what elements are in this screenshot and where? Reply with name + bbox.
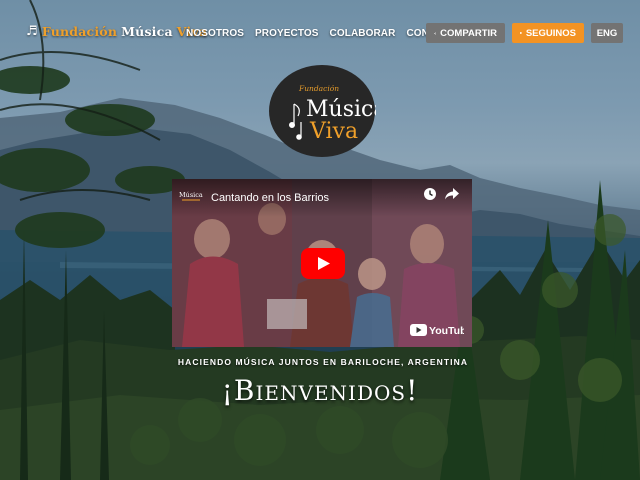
main-nav: NOSOTROS PROYECTOS COLABORAR CONTACTO	[186, 28, 463, 39]
logo-big-text-2: Viva	[309, 119, 358, 144]
video-title[interactable]: Cantando en los Barrios	[211, 192, 329, 204]
brand-word-fundacion: Fundación	[41, 24, 118, 39]
brand-logo-link[interactable]: ♬ Fundación Música Viva	[26, 24, 207, 39]
channel-logo-icon[interactable]: Música Viva	[178, 188, 204, 208]
follow-button-label: SEGUINOS	[525, 27, 576, 39]
share-icon	[434, 32, 437, 34]
nav-item-proyectos[interactable]: PROYECTOS	[255, 28, 319, 39]
youtube-logo-icon[interactable]: YouTube	[410, 322, 464, 338]
nav-item-nosotros[interactable]: NOSOTROS	[186, 28, 244, 39]
share-button-label: COMPARTIR	[440, 27, 497, 39]
facebook-icon	[520, 32, 522, 34]
logo-small-text: Fundación	[298, 84, 339, 93]
language-toggle-button[interactable]: ENG	[591, 23, 623, 43]
musica-viva-logo: Fundación Música Viva	[268, 64, 386, 160]
youtube-play-button-icon[interactable]	[301, 248, 345, 279]
site-header: ♬ Fundación Música Viva NOSOTROS PROYECT…	[0, 0, 640, 66]
follow-button[interactable]: SEGUINOS	[512, 23, 584, 43]
hero-welcome-heading: ¡Bienvenidos!	[221, 374, 419, 407]
channel-logo-text: Música Viva	[179, 191, 204, 199]
language-label: ENG	[596, 27, 618, 39]
share-button[interactable]: COMPARTIR	[426, 23, 505, 43]
watch-later-icon[interactable]	[423, 187, 437, 201]
brand-word-musica: Música	[121, 24, 173, 39]
youtube-logo-text: YouTube	[429, 325, 464, 337]
hero-tagline: HACIENDO MÚSICA JUNTOS EN BARILOCHE, ARG…	[177, 357, 469, 367]
nav-item-colaborar[interactable]: COLABORAR	[330, 28, 396, 39]
music-note-icon: ♬	[26, 24, 38, 39]
share-video-icon[interactable]	[445, 188, 459, 200]
